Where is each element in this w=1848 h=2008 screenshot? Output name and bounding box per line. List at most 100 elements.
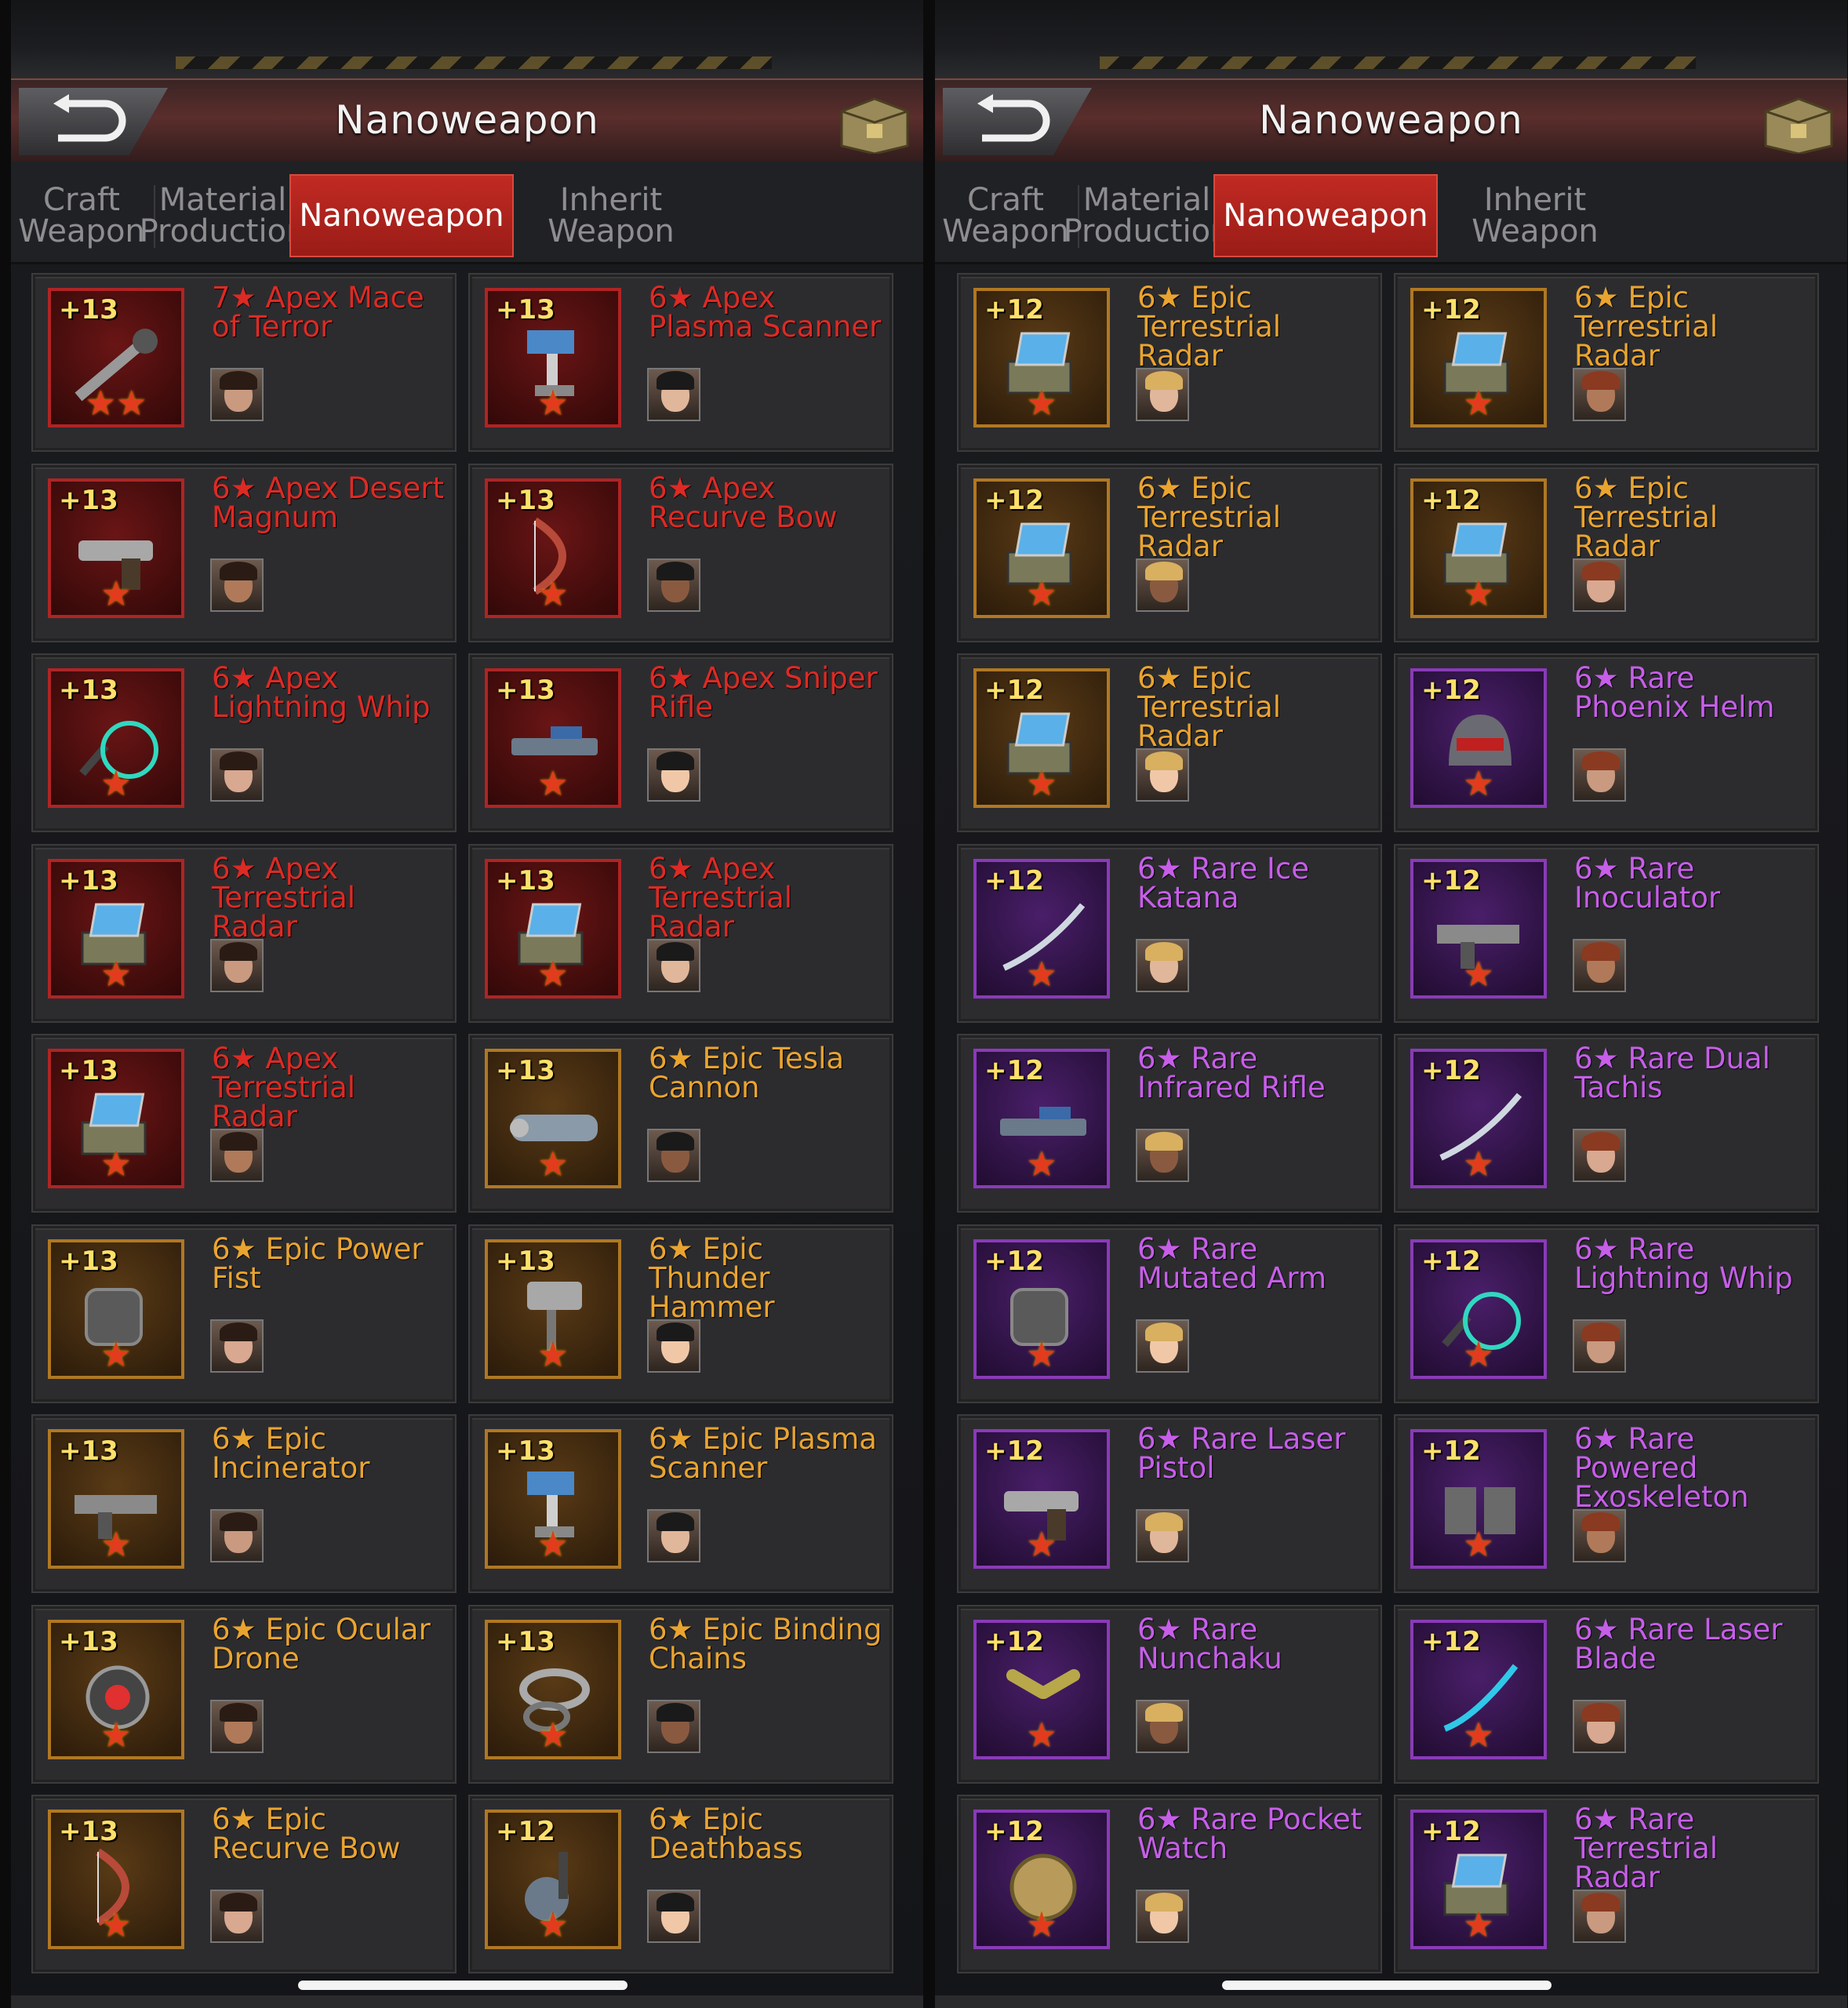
hero-avatar[interactable] — [647, 1890, 700, 1943]
weapon-icon-frame[interactable]: +13 ★ — [485, 668, 621, 808]
weapon-card[interactable]: +12 ★ 6★ Rare Nunchaku — [957, 1604, 1382, 1784]
weapon-icon-frame[interactable]: +12 ★ — [1410, 1810, 1547, 1949]
hero-avatar[interactable] — [210, 1509, 264, 1562]
hero-avatar[interactable] — [647, 368, 700, 421]
home-indicator[interactable] — [298, 1981, 628, 1990]
weapon-icon-frame[interactable]: +12 ★ — [1410, 478, 1547, 618]
weapon-icon-frame[interactable]: +12 ★ — [485, 1810, 621, 1949]
weapon-card[interactable]: +12 ★ 6★ Rare Ice Katana — [957, 843, 1382, 1023]
hero-avatar[interactable] — [210, 1890, 264, 1943]
weapon-icon-frame[interactable]: +12 ★ — [1410, 288, 1547, 427]
weapon-card[interactable]: +12 ★ 6★ Rare Pocket Watch — [957, 1795, 1382, 1973]
tab-material-production[interactable]: Material Production — [140, 174, 307, 257]
hero-avatar[interactable] — [647, 558, 700, 612]
weapon-icon-frame[interactable]: +13 ★ — [48, 1619, 184, 1759]
hero-avatar[interactable] — [210, 938, 264, 992]
weapon-card[interactable]: +13 ★ 6★ Epic Recurve Bow — [31, 1795, 457, 1973]
weapon-card[interactable]: +12 ★ 6★ Epic Terrestrial Radar — [1394, 273, 1819, 452]
weapon-card[interactable]: +13 ★ 6★ Epic Ocular Drone — [31, 1604, 457, 1784]
weapon-card[interactable]: +13 ★ 6★ Epic Tesla Cannon — [468, 1034, 893, 1213]
hero-avatar[interactable] — [647, 1319, 700, 1373]
hero-avatar[interactable] — [1136, 938, 1189, 992]
weapon-card[interactable]: +12 ★ 6★ Epic Deathbass — [468, 1795, 893, 1973]
hero-avatar[interactable] — [1573, 1319, 1626, 1373]
weapon-icon-frame[interactable]: +13 ★ — [48, 1049, 184, 1188]
hero-avatar[interactable] — [1136, 1890, 1189, 1943]
hero-avatar[interactable] — [1573, 1699, 1626, 1753]
weapon-card[interactable]: +12 ★ 6★ Rare Laser Blade — [1394, 1604, 1819, 1784]
weapon-icon-frame[interactable]: +12 ★ — [973, 1239, 1110, 1379]
weapon-icon-frame[interactable]: +13 ★ — [48, 858, 184, 999]
treasure-chest-icon[interactable] — [835, 88, 914, 154]
weapon-card[interactable]: +13 ★ 6★ Apex Plasma Scanner — [468, 273, 893, 452]
weapon-card[interactable]: +13 ★ 6★ Epic Binding Chains — [468, 1604, 893, 1784]
tab-craft-weapon[interactable]: Craft Weapon — [11, 174, 152, 257]
weapon-card[interactable]: +13 ★ 6★ Epic Incinerator — [31, 1414, 457, 1593]
weapon-icon-frame[interactable]: +13 ★ — [485, 858, 621, 999]
weapon-icon-frame[interactable]: +12 ★ — [973, 288, 1110, 427]
weapon-card[interactable]: +13 ★ 6★ Epic Thunder Hammer — [468, 1224, 893, 1403]
hero-avatar[interactable] — [1136, 1319, 1189, 1373]
tab-nanoweapon[interactable]: Nanoweapon — [1213, 174, 1438, 257]
hero-avatar[interactable] — [1136, 368, 1189, 421]
weapon-card[interactable]: +13 ★ 6★ Epic Plasma Scanner — [468, 1414, 893, 1593]
weapon-icon-frame[interactable]: +13 ★ — [48, 1810, 184, 1949]
weapon-card[interactable]: +12 ★ 6★ Epic Terrestrial Radar — [957, 273, 1382, 452]
weapon-icon-frame[interactable]: +12 ★ — [1410, 1619, 1547, 1759]
hero-avatar[interactable] — [210, 1319, 264, 1373]
weapon-card[interactable]: +13 ★★ 7★ Apex Mace of Terror — [31, 273, 457, 452]
weapon-icon-frame[interactable]: +12 ★ — [973, 1049, 1110, 1188]
weapon-card[interactable]: +12 ★ 6★ Rare Inoculator — [1394, 843, 1819, 1023]
weapon-icon-frame[interactable]: +13 ★ — [485, 1049, 621, 1188]
hero-avatar[interactable] — [1136, 1699, 1189, 1753]
weapon-icon-frame[interactable]: +12 ★ — [1410, 668, 1547, 808]
hero-avatar[interactable] — [1573, 1129, 1626, 1182]
weapon-icon-frame[interactable]: +12 ★ — [1410, 858, 1547, 999]
weapon-icon-frame[interactable]: +13 ★ — [48, 478, 184, 618]
hero-avatar[interactable] — [1573, 1890, 1626, 1943]
weapon-card[interactable]: +13 ★ 6★ Apex Terrestrial Radar — [31, 1034, 457, 1213]
hero-avatar[interactable] — [1573, 368, 1626, 421]
hero-avatar[interactable] — [210, 748, 264, 802]
hero-avatar[interactable] — [210, 368, 264, 421]
weapon-icon-frame[interactable]: +12 ★ — [1410, 1239, 1547, 1379]
hero-avatar[interactable] — [647, 1129, 700, 1182]
weapon-card[interactable]: +13 ★ 6★ Apex Terrestrial Radar — [31, 843, 457, 1023]
weapon-icon-frame[interactable]: +12 ★ — [973, 1619, 1110, 1759]
weapon-icon-frame[interactable]: +12 ★ — [973, 668, 1110, 808]
weapon-card[interactable]: +12 ★ 6★ Rare Phoenix Helm — [1394, 653, 1819, 832]
weapon-card[interactable]: +12 ★ 6★ Rare Powered Exoskeleton — [1394, 1414, 1819, 1593]
weapon-icon-frame[interactable]: +13 ★ — [48, 668, 184, 808]
weapon-card[interactable]: +13 ★ 6★ Epic Power Fist — [31, 1224, 457, 1403]
weapon-icon-frame[interactable]: +13 ★ — [485, 478, 621, 618]
weapon-icon-frame[interactable]: +13 ★ — [485, 1619, 621, 1759]
hero-avatar[interactable] — [210, 1129, 264, 1182]
weapon-icon-frame[interactable]: +12 ★ — [973, 1810, 1110, 1949]
weapon-icon-frame[interactable]: +12 ★ — [1410, 1049, 1547, 1188]
hero-avatar[interactable] — [210, 558, 264, 612]
weapon-icon-frame[interactable]: +12 ★ — [1410, 1429, 1547, 1569]
hero-avatar[interactable] — [1136, 748, 1189, 802]
weapon-icon-frame[interactable]: +12 ★ — [973, 1429, 1110, 1569]
weapon-card[interactable]: +12 ★ 6★ Rare Mutated Arm — [957, 1224, 1382, 1403]
hero-avatar[interactable] — [647, 938, 700, 992]
hero-avatar[interactable] — [210, 1699, 264, 1753]
hero-avatar[interactable] — [1573, 558, 1626, 612]
weapon-icon-frame[interactable]: +12 ★ — [973, 478, 1110, 618]
weapon-icon-frame[interactable]: +13 ★ — [485, 1429, 621, 1569]
hero-avatar[interactable] — [1573, 1509, 1626, 1562]
weapon-icon-frame[interactable]: +13 ★ — [48, 1429, 184, 1569]
tab-inherit-weapon[interactable]: Inherit Weapon — [1445, 174, 1625, 257]
hero-avatar[interactable] — [647, 1699, 700, 1753]
weapon-icon-frame[interactable]: +13 ★ — [485, 1239, 621, 1379]
weapon-card[interactable]: +13 ★ 6★ Apex Desert Magnum — [31, 463, 457, 642]
weapon-card[interactable]: +12 ★ 6★ Epic Terrestrial Radar — [957, 653, 1382, 832]
weapon-card[interactable]: +13 ★ 6★ Apex Terrestrial Radar — [468, 843, 893, 1023]
weapon-icon-frame[interactable]: +13 ★ — [485, 288, 621, 427]
hero-avatar[interactable] — [1573, 938, 1626, 992]
weapon-icon-frame[interactable]: +13 ★★ — [48, 288, 184, 427]
hero-avatar[interactable] — [1136, 1509, 1189, 1562]
weapon-icon-frame[interactable]: +12 ★ — [973, 858, 1110, 999]
tab-inherit-weapon[interactable]: Inherit Weapon — [521, 174, 701, 257]
weapon-card[interactable]: +12 ★ 6★ Rare Dual Tachis — [1394, 1034, 1819, 1213]
